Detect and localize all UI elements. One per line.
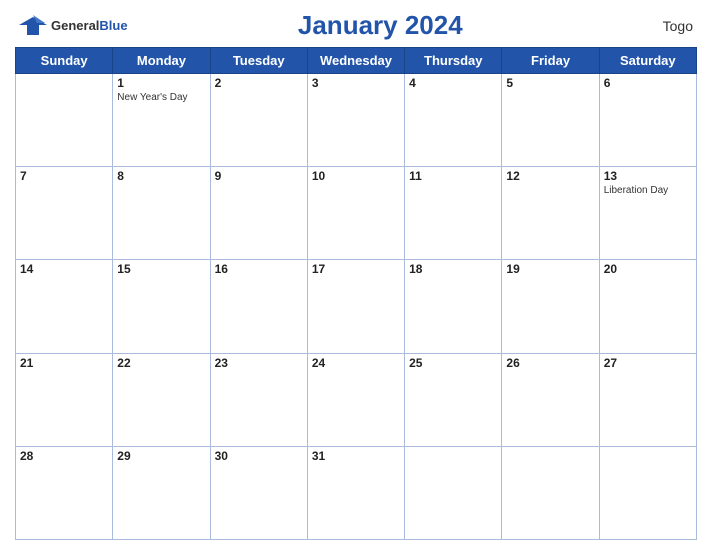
day-number: 26: [506, 356, 594, 370]
logo-bird-icon: [19, 15, 47, 37]
calendar-cell: 5: [502, 74, 599, 167]
calendar-week-1: 1 New Year's Day 23456: [16, 74, 697, 167]
calendar-cell: 2: [210, 74, 307, 167]
logo-text: GeneralBlue: [51, 17, 128, 35]
day-number: 11: [409, 169, 497, 183]
calendar-cell: 23: [210, 353, 307, 446]
calendar-cell: 12: [502, 167, 599, 260]
calendar-header: SundayMondayTuesdayWednesdayThursdayFrid…: [16, 48, 697, 74]
calendar-cell: 22: [113, 353, 210, 446]
day-number: 7: [20, 169, 108, 183]
day-number: 20: [604, 262, 692, 276]
day-number: 1: [117, 76, 205, 90]
calendar-cell: 25: [405, 353, 502, 446]
calendar-body: 1New Year's Day2345678910111213Liberatio…: [16, 74, 697, 540]
day-number: 31: [312, 449, 400, 463]
calendar-cell: 29: [113, 446, 210, 539]
day-number: 18: [409, 262, 497, 276]
weekday-header-saturday: Saturday: [599, 48, 696, 74]
calendar-cell: 16: [210, 260, 307, 353]
calendar-cell: 7: [16, 167, 113, 260]
weekday-header-sunday: Sunday: [16, 48, 113, 74]
weekday-header-tuesday: Tuesday: [210, 48, 307, 74]
day-number: 15: [117, 262, 205, 276]
day-number: 17: [312, 262, 400, 276]
day-number: 4: [409, 76, 497, 90]
calendar-cell: 17: [307, 260, 404, 353]
weekday-header-thursday: Thursday: [405, 48, 502, 74]
calendar-cell: [16, 74, 113, 167]
calendar-cell: 20: [599, 260, 696, 353]
day-number: 29: [117, 449, 205, 463]
day-number: 9: [215, 169, 303, 183]
day-number: 28: [20, 449, 108, 463]
calendar-week-2: 789 10 11 12 13 Liberation Day: [16, 167, 697, 260]
day-number: 12: [506, 169, 594, 183]
day-number: 3: [312, 76, 400, 90]
calendar-cell: [405, 446, 502, 539]
day-number: 2: [215, 76, 303, 90]
logo-blue: Blue: [99, 18, 127, 33]
calendar-cell: 8: [113, 167, 210, 260]
calendar-cell: 13 Liberation Day: [599, 167, 696, 260]
calendar-cell: 6: [599, 74, 696, 167]
page-header: GeneralBlue January 2024 Togo: [15, 10, 697, 41]
calendar-cell: 31: [307, 446, 404, 539]
day-number: 10: [312, 169, 400, 183]
day-number: 16: [215, 262, 303, 276]
day-number: 22: [117, 356, 205, 370]
day-number: 21: [20, 356, 108, 370]
day-number: 24: [312, 356, 400, 370]
calendar-cell: 18: [405, 260, 502, 353]
calendar-cell: 24: [307, 353, 404, 446]
day-number: 25: [409, 356, 497, 370]
calendar-cell: 11: [405, 167, 502, 260]
calendar-cell: 26: [502, 353, 599, 446]
day-number: 14: [20, 262, 108, 276]
holiday-name: Liberation Day: [604, 185, 692, 197]
calendar-cell: 3: [307, 74, 404, 167]
day-number: 5: [506, 76, 594, 90]
calendar-cell: [599, 446, 696, 539]
calendar-cell: 10: [307, 167, 404, 260]
day-number: 23: [215, 356, 303, 370]
calendar-cell: 14: [16, 260, 113, 353]
weekday-header-wednesday: Wednesday: [307, 48, 404, 74]
day-number: 6: [604, 76, 692, 90]
calendar-cell: [502, 446, 599, 539]
day-number: 27: [604, 356, 692, 370]
calendar-cell: 19: [502, 260, 599, 353]
calendar-week-3: 14 15 16 17 18 19 20: [16, 260, 697, 353]
logo: GeneralBlue: [19, 15, 128, 37]
weekday-header-monday: Monday: [113, 48, 210, 74]
calendar-cell: 1 New Year's Day: [113, 74, 210, 167]
day-number: 30: [215, 449, 303, 463]
month-title: January 2024: [128, 10, 633, 41]
calendar-cell: 9: [210, 167, 307, 260]
calendar-cell: 27: [599, 353, 696, 446]
country-label: Togo: [633, 18, 693, 34]
calendar-table: SundayMondayTuesdayWednesdayThursdayFrid…: [15, 47, 697, 540]
calendar-cell: 30: [210, 446, 307, 539]
day-number: 19: [506, 262, 594, 276]
logo-general: General: [51, 18, 99, 33]
calendar-cell: 28: [16, 446, 113, 539]
day-number: 13: [604, 169, 692, 183]
weekday-header-friday: Friday: [502, 48, 599, 74]
calendar-cell: 4: [405, 74, 502, 167]
day-number: 8: [117, 169, 205, 183]
calendar-week-5: 28 29 30 31: [16, 446, 697, 539]
holiday-name: New Year's Day: [117, 92, 205, 104]
calendar-week-4: 21 22 23 24 25 26 27: [16, 353, 697, 446]
weekday-header-row: SundayMondayTuesdayWednesdayThursdayFrid…: [16, 48, 697, 74]
calendar-cell: 15: [113, 260, 210, 353]
calendar-cell: 21: [16, 353, 113, 446]
